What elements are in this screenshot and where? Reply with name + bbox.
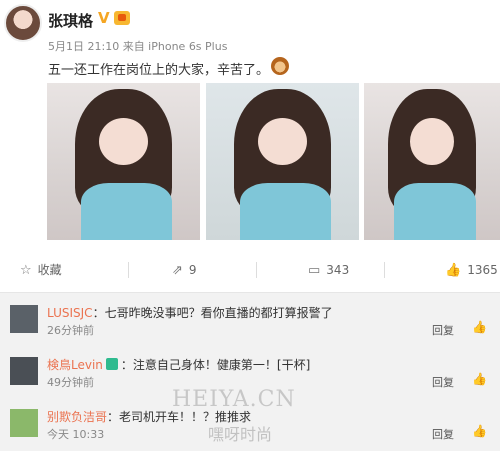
commenter-avatar[interactable] <box>10 357 38 385</box>
divider <box>256 262 257 278</box>
comment-line: 検鳥Levin ：注意自己身体！健康第一！[干杯] <box>47 356 310 373</box>
post-photo-2[interactable] <box>206 83 359 240</box>
verified-icon: V <box>98 9 110 27</box>
post-photo-3[interactable] <box>364 83 500 240</box>
author-avatar[interactable] <box>4 4 42 42</box>
monkey-emoji-icon <box>271 57 289 75</box>
author-name[interactable]: 张琪格 <box>48 10 93 31</box>
comment-like-icon[interactable]: 👍 <box>472 424 487 438</box>
post-photo-1[interactable] <box>47 83 200 240</box>
favorite-label: 收藏 <box>37 263 62 277</box>
commenter-name[interactable]: LUSISJC <box>47 306 93 320</box>
comment-icon: ▭ <box>308 262 321 278</box>
comment-text: ：注意自己身体！健康第一！[干杯] <box>120 358 311 372</box>
post-action-bar: ☆ 收藏 ⇗ 9 ▭ 343 👍 1365 <box>0 254 500 286</box>
comment-like-icon[interactable]: 👍 <box>472 320 487 334</box>
comment-count: 343 <box>326 263 350 277</box>
reply-button[interactable]: 回复 <box>432 322 454 338</box>
comment-like-icon[interactable]: 👍 <box>472 372 487 386</box>
divider <box>128 262 129 278</box>
commenter-name[interactable]: 検鳥Levin <box>47 358 103 372</box>
like-count: 1365 <box>467 263 498 277</box>
post-meta: 5月1日 21:10 来自 iPhone 6s Plus <box>48 40 228 53</box>
comment-item: LUSISJC：七哥昨晚没事吧？看你直播的都打算报警了 26分钟前 回复 👍 <box>0 293 500 343</box>
comment-time: 26分钟前 <box>47 324 94 337</box>
commenter-avatar[interactable] <box>10 305 38 333</box>
like-button[interactable]: 👍 1365 <box>445 262 498 278</box>
watermark-latin: HEIYA.CN <box>172 387 296 412</box>
comment-time: 49分钟前 <box>47 376 94 389</box>
thumbs-up-icon: 👍 <box>445 262 462 278</box>
comment-time: 今天 10:33 <box>47 428 105 441</box>
star-icon: ☆ <box>20 262 32 278</box>
comment-button[interactable]: ▭ 343 <box>308 262 349 278</box>
forward-count: 9 <box>188 263 197 277</box>
share-icon: ⇗ <box>172 262 183 278</box>
favorite-button[interactable]: ☆ 收藏 <box>20 262 62 278</box>
member-badge-icon[interactable] <box>114 11 130 25</box>
reply-button[interactable]: 回复 <box>432 374 454 390</box>
divider <box>384 262 385 278</box>
commenter-name[interactable]: 别欺负洁哥 <box>47 410 107 424</box>
comment-line: LUSISJC：七哥昨晚没事吧？看你直播的都打算报警了 <box>47 304 333 321</box>
watermark-chinese: 嘿呀时尚 <box>208 425 273 444</box>
forward-button[interactable]: ⇗ 9 <box>172 262 197 278</box>
comment-text: ：七哥昨晚没事吧？看你直播的都打算报警了 <box>92 306 333 320</box>
weibo-post: 张琪格 V 5月1日 21:10 来自 iPhone 6s Plus 五一还工作… <box>0 0 500 250</box>
vip-icon <box>105 358 118 370</box>
reply-button[interactable]: 回复 <box>432 426 454 442</box>
commenter-avatar[interactable] <box>10 409 38 437</box>
post-text: 五一还工作在岗位上的大家，辛苦了。 <box>48 63 270 78</box>
